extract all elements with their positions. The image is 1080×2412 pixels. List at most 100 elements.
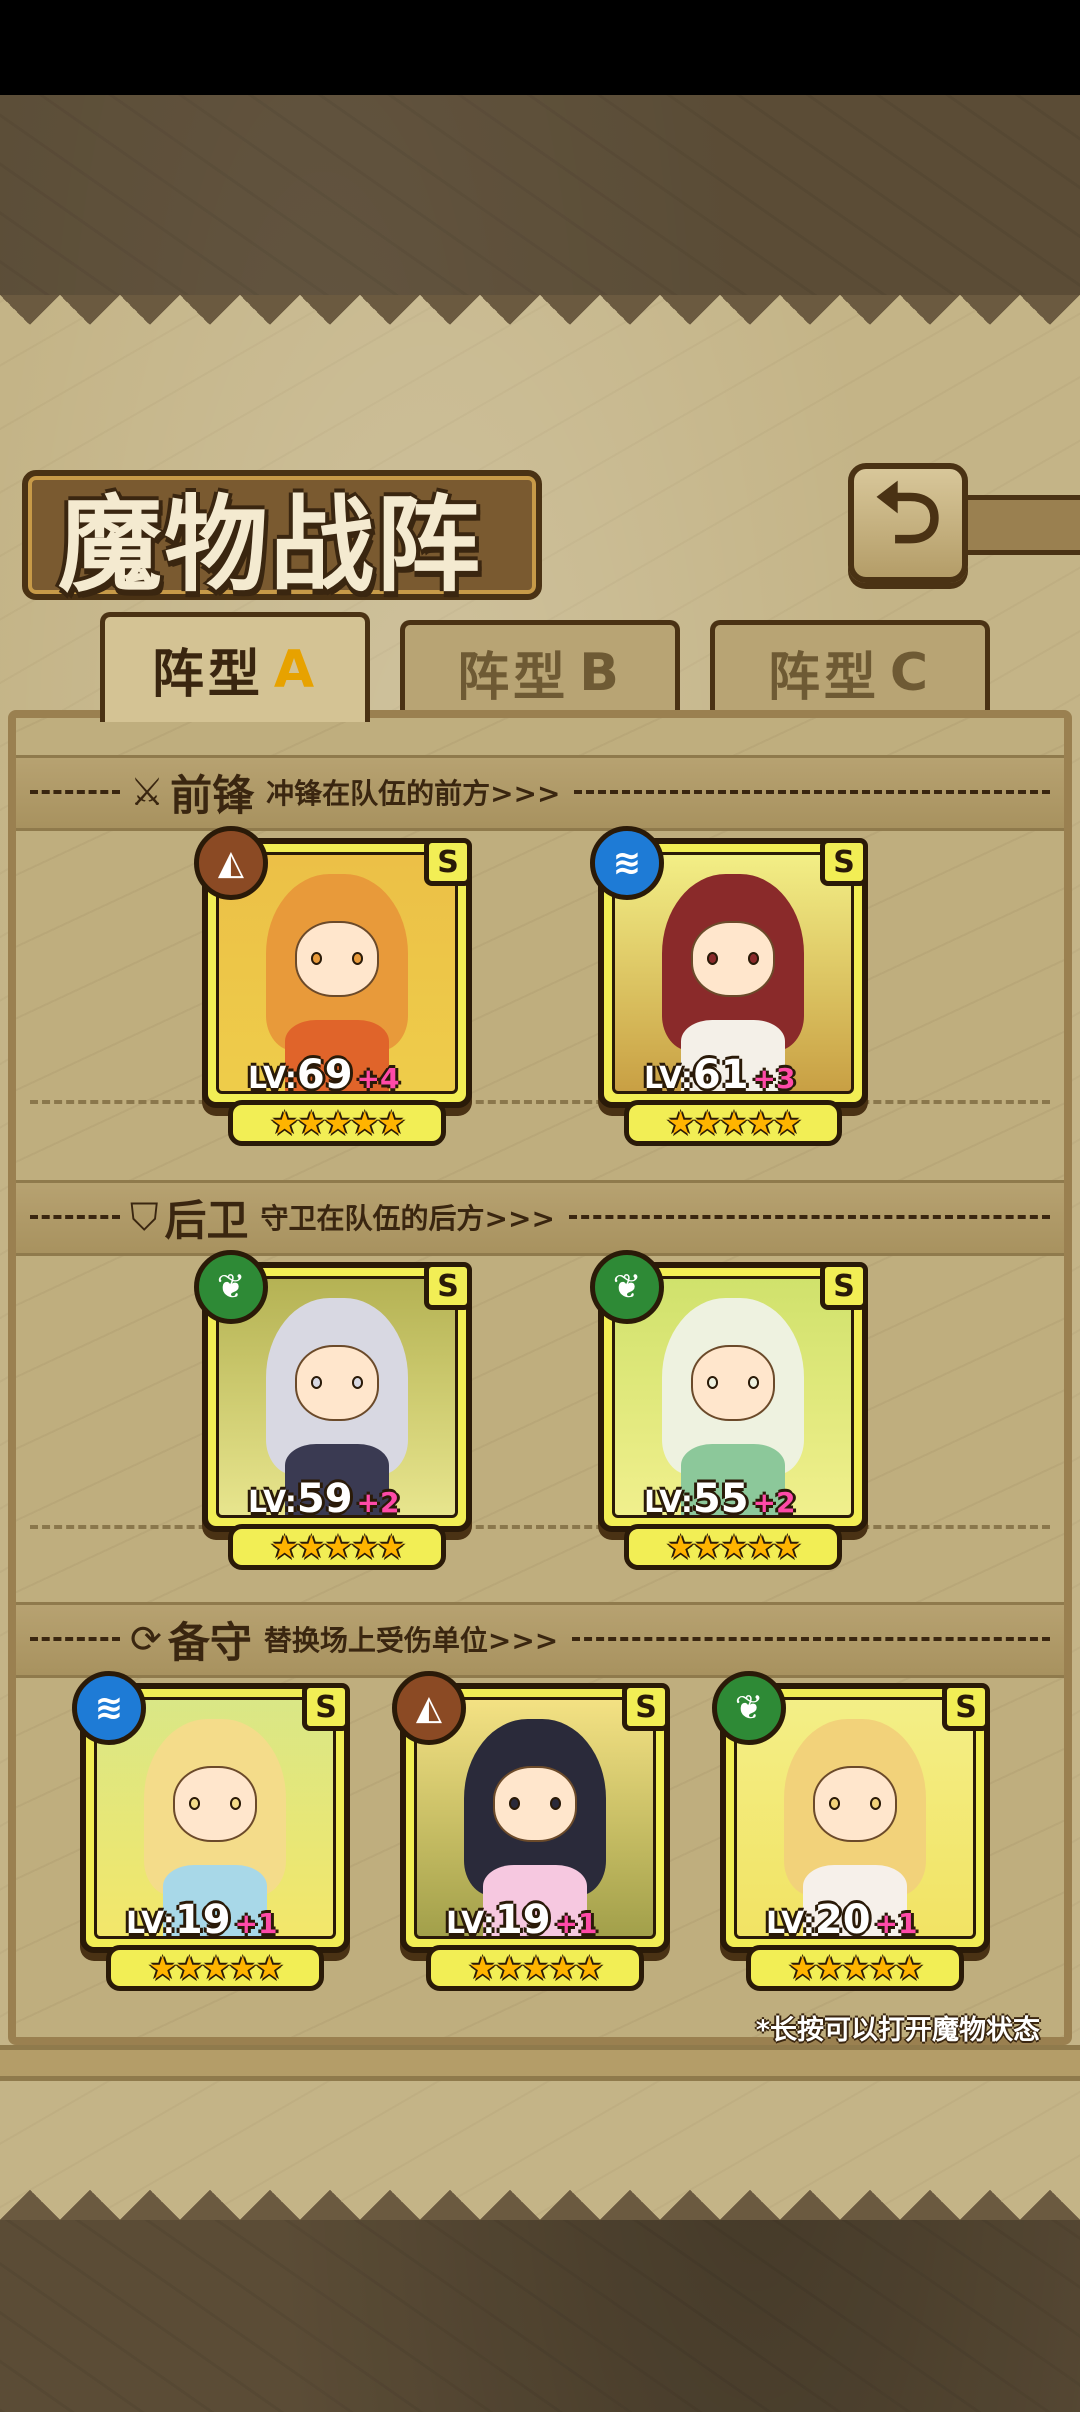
portrait-eye [707,1375,719,1389]
star-rating: ★★★★★ [106,1945,324,1991]
level-label: LV: [248,1485,297,1520]
level-label: LV: [446,1906,495,1941]
portrait-face [294,1345,380,1421]
status-bar [0,0,1080,95]
unit-card[interactable]: ◭ S LV: 69 +4 ★★★★★ [194,826,472,1146]
wood-element-icon: ❦ [194,1250,268,1324]
unit-card[interactable]: ≋ S LV: 61 +3 ★★★★★ [590,826,868,1146]
swap-icon: ⟳ [130,1617,162,1661]
star-rating: ★★★★★ [228,1524,446,1570]
portrait-eye [707,951,719,965]
portrait-face [690,1345,776,1421]
portrait-face [812,1766,898,1842]
level-value: 19 [494,1897,551,1943]
bottom-rail [0,2045,1080,2081]
tab-suffix: A [273,639,319,700]
rank-badge: S [622,1683,670,1731]
level-bonus: +3 [752,1062,796,1095]
level-bonus: +1 [554,1907,598,1940]
portrait-eye [869,1796,881,1810]
rank-badge: S [424,1262,472,1310]
earth-element-icon: ◭ [194,826,268,900]
section-dash [30,1215,120,1219]
section-desc: 替换场上受伤单位>>> [263,1624,559,1657]
unit-card[interactable]: ≋ S LV: 19 +1 ★★★★★ [72,1671,350,1991]
section-dash [30,790,120,794]
unit-level: LV: 20 +1 [766,1897,917,1943]
portrait-eye [311,1375,323,1389]
section-title: 备守 [167,1617,252,1667]
level-value: 20 [814,1897,871,1943]
level-label: LV: [248,1061,297,1096]
portrait-eye [351,951,363,965]
section-header-front: ⚔ 前锋 冲锋在队伍的前方>>> [30,762,1050,822]
star-rating: ★★★★★ [624,1524,842,1570]
rank-badge: S [942,1683,990,1731]
tab-formation-a[interactable]: 阵型 A [100,612,370,722]
portrait-face [294,921,380,997]
level-label: LV: [644,1061,693,1096]
unit-level: LV: 55 +2 [644,1476,795,1522]
unit-card[interactable]: ❦ S LV: 20 +1 ★★★★★ [712,1671,990,1991]
unit-level: LV: 69 +4 [248,1052,399,1098]
level-value: 59 [296,1476,353,1522]
unit-level: LV: 19 +1 [126,1897,277,1943]
shield-icon: ⛉ [130,1194,159,1239]
tab-label: 阵型 [457,648,570,708]
portrait-eye [229,1796,241,1810]
unit-card[interactable]: ◭ S LV: 19 +1 ★★★★★ [392,1671,670,1991]
level-bonus: +1 [874,1907,918,1940]
portrait-eye [189,1796,201,1810]
rank-badge: S [302,1683,350,1731]
level-value: 19 [174,1897,231,1943]
earth-element-icon: ◭ [392,1671,466,1745]
section-title: 后卫 [164,1195,249,1245]
section-dash [30,1637,120,1641]
star-rating: ★★★★★ [426,1945,644,1991]
long-press-hint: *长按可以打开魔物状态 [755,2015,1040,2046]
water-element-icon: ≋ [72,1671,146,1745]
portrait-eye [747,1375,759,1389]
row-divider [30,1525,1050,1529]
back-button[interactable]: ⮌ [848,463,968,583]
level-value: 69 [296,1052,353,1098]
section-title: 前锋 [170,770,255,820]
unit-level: LV: 19 +1 [446,1897,597,1943]
portrait-face [690,921,776,997]
back-rail [968,495,1080,555]
section-header-reserve: ⟳ 备守 替换场上受伤单位>>> [30,1609,1050,1669]
tab-label: 阵型 [767,648,880,708]
tab-formation-c[interactable]: 阵型 C [710,620,990,720]
tab-suffix: C [889,642,933,703]
tab-suffix: B [579,642,623,703]
portrait-eye [747,951,759,965]
level-bonus: +1 [234,1907,278,1940]
row-divider [30,1100,1050,1104]
level-bonus: +2 [752,1486,796,1519]
unit-card[interactable]: ❦ S LV: 59 +2 ★★★★★ [194,1250,472,1570]
portrait-eye [509,1796,521,1810]
section-dash [574,790,1050,794]
level-bonus: +4 [356,1062,400,1095]
portrait-face [172,1766,258,1842]
star-rating: ★★★★★ [228,1100,446,1146]
portrait-eye [829,1796,841,1810]
page-title: 魔物战阵 [58,483,483,606]
star-rating: ★★★★★ [746,1945,964,1991]
portrait-face [492,1766,578,1842]
wood-element-icon: ❦ [590,1250,664,1324]
unit-level: LV: 59 +2 [248,1476,399,1522]
level-label: LV: [644,1485,693,1520]
back-arrow-icon: ⮌ [874,463,942,562]
portrait-eye [351,1375,363,1389]
tab-formation-b[interactable]: 阵型 B [400,620,680,720]
level-value: 61 [692,1052,749,1098]
sword-icon: ⚔ [130,770,165,814]
level-bonus: +2 [356,1486,400,1519]
water-element-icon: ≋ [590,826,664,900]
section-dash [568,1215,1050,1219]
rank-badge: S [820,1262,868,1310]
unit-card[interactable]: ❦ S LV: 55 +2 ★★★★★ [590,1250,868,1570]
rank-badge: S [424,838,472,886]
level-label: LV: [126,1906,175,1941]
